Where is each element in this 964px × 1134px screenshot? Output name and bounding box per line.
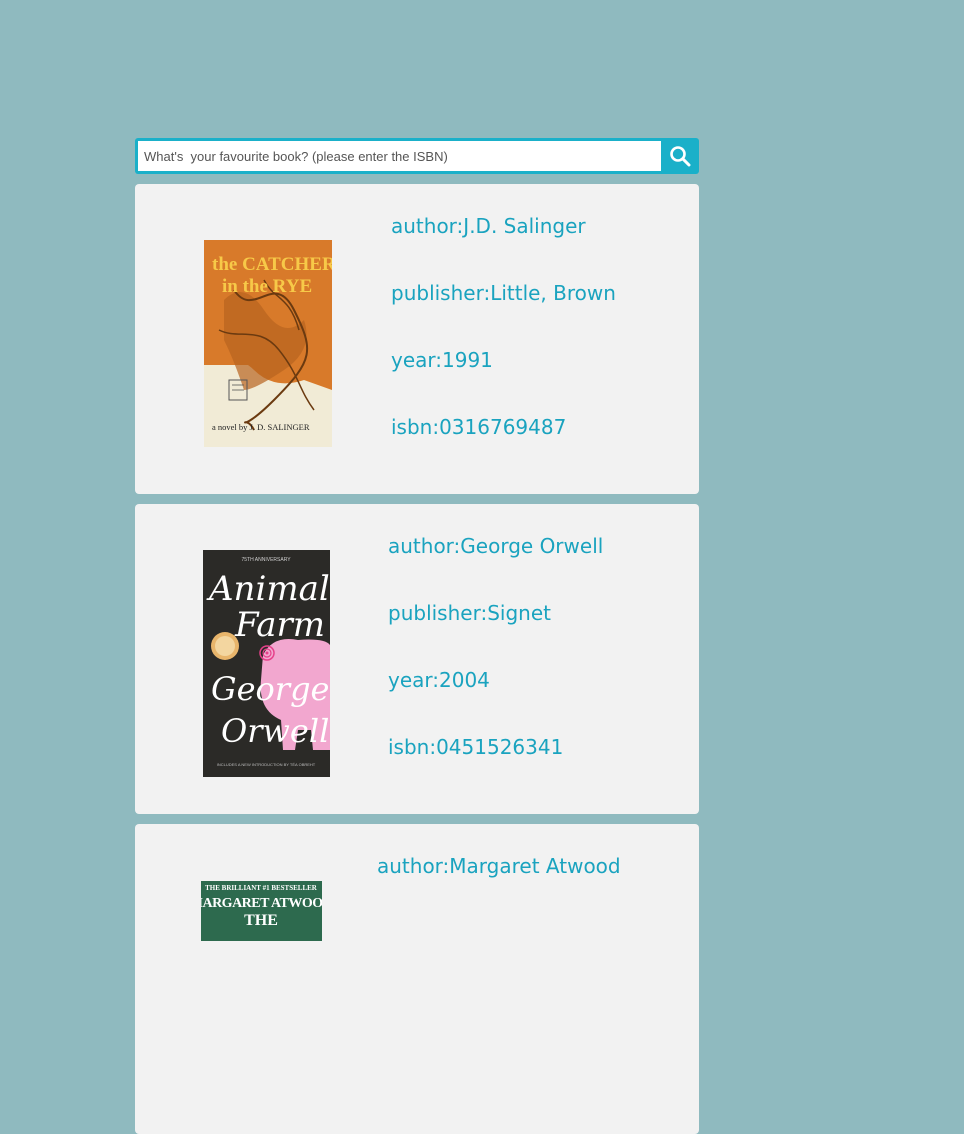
- book-isbn: isbn:0451526341: [388, 735, 564, 759]
- cover-top-text: 75TH ANNIVERSARY: [241, 557, 291, 563]
- catcher-cover-art: the CATCHER in the RYE a novel by J. D. …: [204, 240, 332, 447]
- cover-author-text: MARGARET ATWOOD: [201, 896, 322, 911]
- book-cover-image[interactable]: the CATCHER in the RYE a novel by J. D. …: [204, 240, 332, 447]
- book-info: author:George Orwell publisher:Signet ye…: [388, 533, 603, 801]
- search-bar: [135, 138, 699, 174]
- book-info: author:J.D. Salinger publisher:Little, B…: [391, 213, 616, 481]
- book-year: year:1991: [391, 348, 493, 372]
- book-card[interactable]: the CATCHER in the RYE a novel by J. D. …: [135, 184, 699, 494]
- search-button[interactable]: [661, 138, 699, 174]
- cover-author-line2: Orwell: [221, 712, 329, 750]
- cover-title-line2: Farm: [234, 605, 325, 645]
- book-publisher: publisher:Signet: [388, 601, 551, 625]
- search-icon: [670, 146, 691, 167]
- cover-title-line2: in the RYE: [222, 276, 312, 297]
- book-info: author:Margaret Atwood: [377, 853, 621, 920]
- book-cover-image[interactable]: 75TH ANNIVERSARY Animal Farm George Orwe…: [203, 550, 330, 777]
- book-publisher: publisher:Little, Brown: [391, 281, 616, 305]
- animal-farm-cover-art: 75TH ANNIVERSARY Animal Farm George Orwe…: [203, 550, 330, 777]
- book-author: author:George Orwell: [388, 534, 604, 558]
- cover-title-text: THE: [244, 912, 278, 929]
- cover-author-line1: George: [211, 670, 329, 708]
- cover-title-line1: the CATCHER: [212, 254, 332, 275]
- cover-title-line1: Animal: [206, 569, 330, 609]
- search-input[interactable]: [138, 141, 661, 171]
- book-author: author:J.D. Salinger: [391, 214, 586, 238]
- book-card[interactable]: THE BRILLIANT #1 BESTSELLER MARGARET ATW…: [135, 824, 699, 1134]
- book-isbn: isbn:0316769487: [391, 415, 567, 439]
- book-card[interactable]: 75TH ANNIVERSARY Animal Farm George Orwe…: [135, 504, 699, 814]
- book-year: year:2004: [388, 668, 490, 692]
- cover-top-text: THE BRILLIANT #1 BESTSELLER: [205, 884, 318, 892]
- cover-bottom-text: INCLUDES A NEW INTRODUCTION BY TÉA OBREH…: [217, 762, 316, 767]
- book-cover-image[interactable]: THE BRILLIANT #1 BESTSELLER MARGARET ATW…: [201, 881, 322, 941]
- atwood-cover-art: THE BRILLIANT #1 BESTSELLER MARGARET ATW…: [201, 881, 322, 941]
- cover-byline: a novel by J. D. SALINGER: [212, 422, 310, 432]
- book-author: author:Margaret Atwood: [377, 854, 621, 878]
